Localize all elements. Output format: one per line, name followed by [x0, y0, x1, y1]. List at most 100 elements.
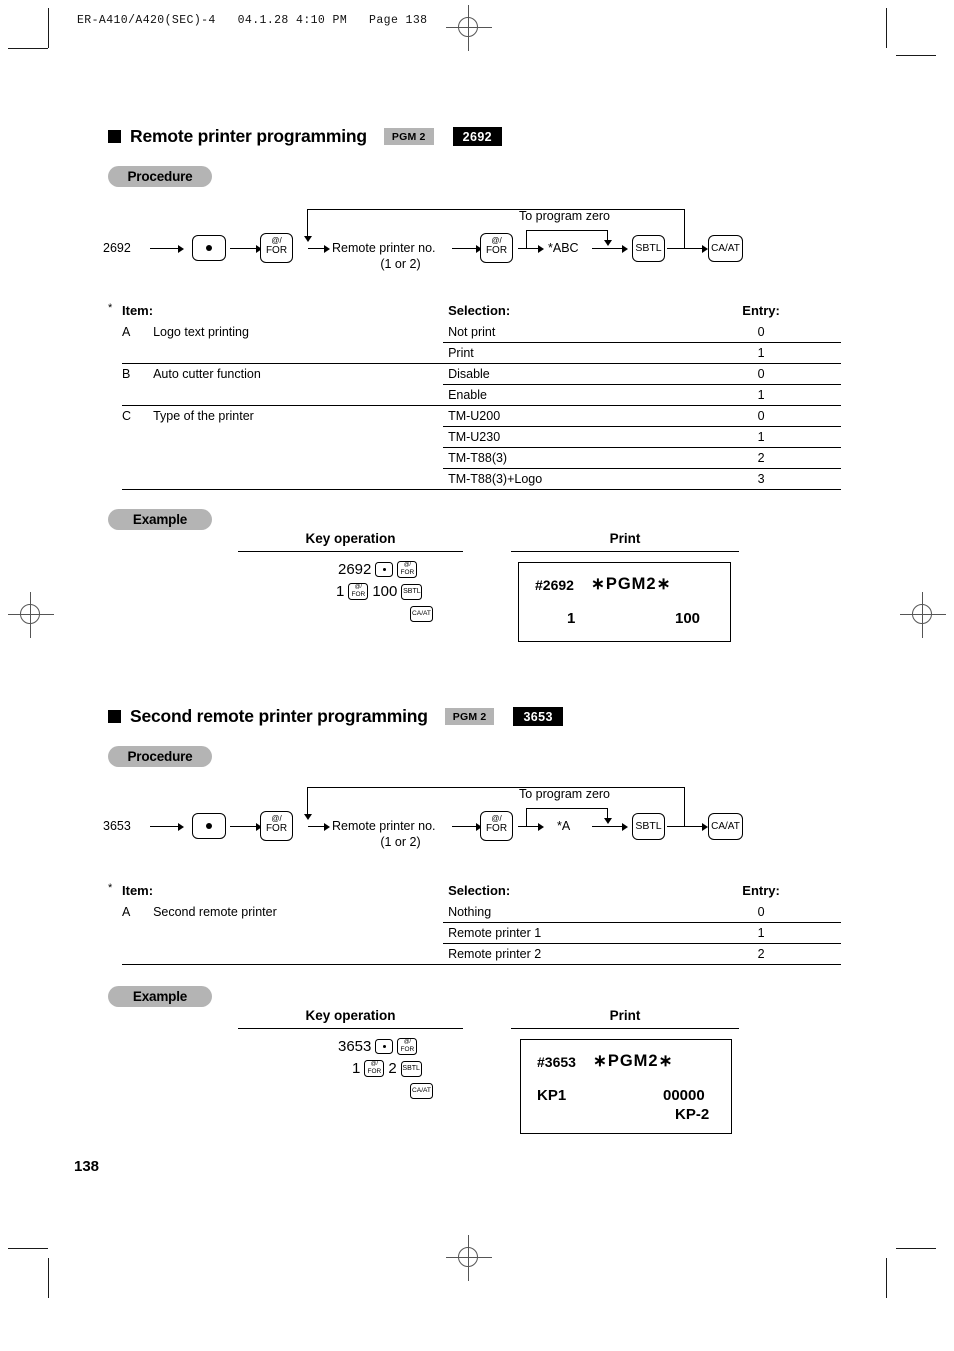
table-1-sel-a-0: Not print [443, 322, 682, 343]
table-1-desc-b: Auto cutter function [153, 367, 261, 381]
flow-1-key-for-2: @/ FOR [480, 233, 513, 263]
key-for-icon: @/ FOR [364, 1060, 385, 1077]
section-2-example-pill: Example [108, 986, 212, 1007]
table-1-ent-b-0: 0 [681, 363, 842, 385]
document-header: ER-A410/A420(SEC)-4 04.1.28 4:10 PM Page… [77, 14, 428, 27]
key-sbtl-icon: SBTL [401, 583, 423, 600]
flow-2-start-code: 3653 [103, 819, 131, 833]
registration-mark-right [900, 592, 946, 638]
table-row: TM-U230 1 [122, 426, 842, 448]
section-1-print-receipt: #2692 ∗PGM2∗ 1 100 [518, 562, 731, 642]
section-2-receipt-left-value: KP1 [537, 1087, 567, 1104]
section-2-keyop-line-1: 3653 @/ FOR [338, 1038, 418, 1055]
section-1-spec-table: * Item: Selection: Entry: A Logo text pr… [108, 300, 842, 490]
crop-mark-top-right-h [896, 55, 936, 57]
table-1-spacer [153, 384, 444, 406]
flow-1-key-for-1: @/ FOR [260, 233, 293, 263]
flow-2-bypass-top [526, 808, 608, 810]
table-1-ent-b-1: 1 [681, 384, 842, 406]
table-2-header-entry: Entry: [742, 883, 780, 898]
table-1-item-c: C [122, 409, 132, 423]
table-2-header-selection: Selection: [448, 883, 511, 898]
flow-1-arrow-line-4 [452, 248, 478, 250]
section-2-keyop-line-3: CA/AT [410, 1083, 433, 1099]
flow-1-loop-arrowhead [303, 236, 312, 242]
table-1-sel-a-1: Print [443, 342, 682, 364]
table-2-header-item: Item: [122, 883, 154, 898]
section-2-keyop-code: 3653 [338, 1038, 372, 1055]
key-for-icon: @/ FOR [397, 1038, 418, 1055]
flow-2-arrow-line-4 [452, 826, 478, 828]
table-2-spacer [122, 923, 153, 944]
table-1-sel-b-0: Disable [443, 363, 682, 385]
table-row: A Logo text printing Not print 0 [122, 322, 842, 343]
section-2-receipt-right-value: 00000 [663, 1087, 705, 1104]
table-1-spacer [153, 448, 443, 469]
section-2-print-rule [511, 1028, 739, 1030]
bullet-square-icon [108, 710, 121, 723]
table-header-row: Item: Selection: Entry: [122, 300, 841, 322]
flow-1-key-caat: CA/AT [708, 235, 743, 262]
section-1-receipt-mode: ∗PGM2∗ [591, 575, 672, 593]
flow-2-bypass-left-v [526, 808, 528, 826]
flow-1-arrowhead-5 [538, 244, 544, 253]
flow-1-arrowhead-3 [324, 244, 330, 253]
flow-1-key-for-2-line2: FOR [485, 244, 508, 256]
table-1-spacer [122, 448, 153, 469]
flow-1-bypass-left-v [526, 230, 528, 248]
flow-2-node-label-2: (1 or 2) [380, 835, 421, 849]
flow-1-arrow-line-1 [150, 248, 180, 250]
flow-2-key-for-2: @/ FOR [480, 811, 513, 841]
crop-mark-bottom-right-v [886, 1258, 888, 1298]
table-row: B Auto cutter function Disable 0 [122, 363, 842, 385]
flow-2-loop-arrowhead [303, 814, 312, 820]
table-1-ent-c-1: 1 [681, 426, 842, 448]
flow-2-arrow-line-2 [230, 826, 258, 828]
flow-1-arrowhead-6 [622, 244, 628, 253]
flow-2-key-for-2-line2: FOR [485, 822, 508, 834]
crop-mark-top-right-v [886, 8, 888, 48]
flow-1-key-dot [192, 235, 226, 261]
section-1-procedure-pill: Procedure [108, 166, 212, 187]
section-2-spec-table: * Item: Selection: Entry: A Second remot… [108, 880, 842, 965]
table-1-item-a: A [122, 325, 131, 339]
flow-1-loop-top [307, 209, 685, 211]
flow-2-bypass-arrowhead [603, 818, 612, 824]
section-2-heading: Second remote printer programming [130, 706, 428, 726]
key-for-line2: FOR [351, 590, 366, 598]
section-1-receipt-id: #2692 [535, 577, 574, 593]
table-row: Remote printer 2 2 [122, 943, 842, 965]
flow-2-key-sbtl: SBTL [632, 813, 665, 840]
flow-2-loop-top [307, 787, 685, 789]
table-2-ent-a-2: 2 [681, 943, 842, 965]
section-1-keyop-printer-no: 1 [336, 583, 345, 600]
flow-1-arrow-line-7 [667, 248, 704, 250]
registration-mark-left [8, 592, 54, 638]
table-1-header-entry: Entry: [742, 303, 780, 318]
table-2-ent-a-1: 1 [681, 922, 842, 944]
crop-mark-top-left-v [48, 8, 50, 48]
section-2-keyop-value: 2 [388, 1060, 397, 1077]
flow-2-key-dot [192, 813, 226, 839]
crop-mark-bottom-left-v [48, 1258, 50, 1298]
section-2-keyop-rule [238, 1028, 463, 1030]
table-2-item-a: A [122, 905, 131, 919]
flow-1-arrow-line-2 [230, 248, 258, 250]
key-dot-icon [375, 562, 394, 577]
table-1-spacer [122, 384, 154, 406]
bullet-square-icon [108, 130, 121, 143]
flow-2-arrow-line-5 [518, 826, 540, 828]
table-2-spacer [153, 923, 443, 944]
section-1-keyop-header: Key operation [305, 531, 396, 546]
key-sbtl-icon: SBTL [400, 1060, 422, 1077]
table-2-spacer [153, 943, 444, 965]
key-for-line2: FOR [400, 568, 415, 576]
section-1-table-star: * [108, 302, 113, 314]
section-2-print-receipt: #3653 ∗PGM2∗ KP1 00000 KP-2 [520, 1039, 732, 1134]
key-caat-icon: CA/AT [410, 1083, 433, 1099]
section-1-print-header: Print [609, 531, 641, 546]
section-1-mode-badge: PGM 2 [383, 128, 434, 145]
table-2-spacer [122, 943, 154, 965]
flow-1-node-label-1: Remote printer no. [332, 241, 436, 255]
flow-2-key-for-1-line2: FOR [265, 822, 288, 834]
